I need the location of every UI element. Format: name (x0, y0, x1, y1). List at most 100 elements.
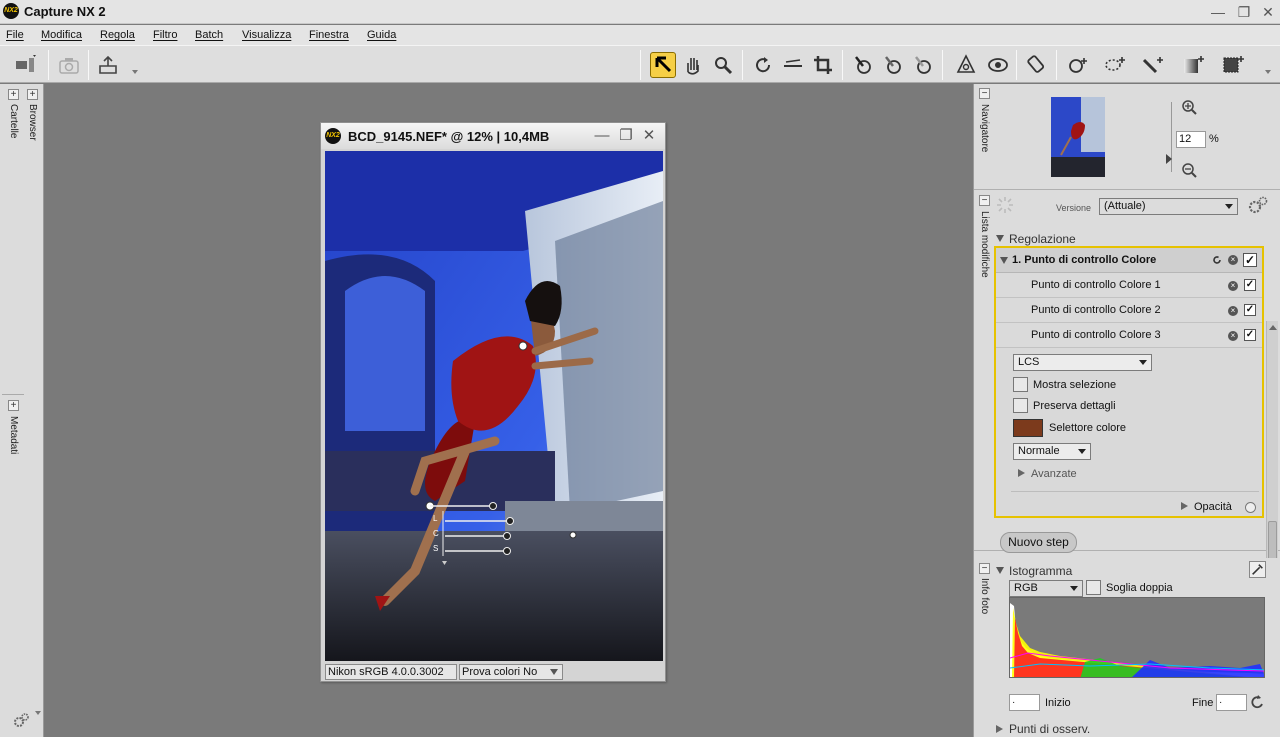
delete-step-icon[interactable]: × (1228, 255, 1238, 265)
image-statusbar: Nikon sRGB 4.0.0.3002 Prova colori No (325, 663, 663, 681)
print-icon[interactable] (95, 52, 121, 78)
start-label: Inizio (1045, 697, 1071, 709)
step-color-control-point: 1. Punto di controllo Colore × ✓ Punto d… (994, 246, 1264, 518)
photo-canvas[interactable]: L C S (325, 151, 663, 661)
tab-info-foto[interactable]: Info foto (979, 578, 990, 614)
histogram-graph[interactable] (1009, 597, 1265, 678)
reset-step-icon[interactable] (1212, 255, 1222, 265)
step-header[interactable]: 1. Punto di controllo Colore × ✓ (996, 248, 1262, 273)
opacity-radio[interactable] (1245, 502, 1256, 513)
menu-batch[interactable]: Batch (195, 29, 223, 41)
red-eye-control-point-icon[interactable] (953, 52, 979, 78)
nx2-logo-icon: NX2 (325, 128, 341, 144)
image-minimize-button[interactable]: — (592, 126, 612, 146)
edit-settings-gear-icon[interactable] (1246, 195, 1270, 217)
step-enable-checkbox[interactable]: ✓ (1243, 253, 1257, 267)
color-picker-swatch[interactable] (1013, 419, 1043, 437)
lasso-selection-icon[interactable] (1102, 52, 1128, 78)
collapse-photoinfo-icon[interactable]: − (979, 563, 990, 574)
soft-proof-dropdown[interactable]: Prova colori No (459, 664, 563, 680)
reset-levels-icon[interactable] (1250, 694, 1266, 710)
double-threshold-checkbox[interactable] (1086, 580, 1101, 595)
tab-lista-modifiche[interactable]: Lista modifiche (979, 211, 990, 278)
sub-item-cp-3[interactable]: Punto di controllo Colore 3 × ✓ (996, 323, 1262, 348)
color-control-point-icon[interactable] (1064, 52, 1090, 78)
neutral-control-point-icon[interactable] (910, 52, 936, 78)
eyedropper-icon[interactable] (1249, 561, 1266, 578)
expand-metadati-icon[interactable]: + (8, 400, 19, 411)
left-panel: + Cartelle + Browser + Metadati (0, 84, 44, 737)
menu-regola[interactable]: Regola (100, 29, 135, 41)
section-istogramma[interactable]: Istogramma (996, 564, 1072, 578)
workspace-icon[interactable] (12, 52, 38, 78)
delete-cp-2-icon[interactable]: × (1228, 306, 1238, 316)
image-close-button[interactable]: ✕ (639, 126, 659, 146)
zoom-unit: % (1209, 133, 1219, 145)
collapse-editlist-icon[interactable]: − (979, 195, 990, 206)
sub-item-cp-1[interactable]: Punto di controllo Colore 1 × ✓ (996, 273, 1262, 298)
image-restore-button[interactable]: ❐ (616, 126, 636, 146)
straighten-tool-icon[interactable] (780, 52, 806, 78)
menu-bar: File Modifica Regola Filtro Batch Visual… (0, 25, 1280, 45)
menu-guida[interactable]: Guida (367, 29, 396, 41)
photo-info-panel: − Info foto Istogramma RGB Soglia doppia (974, 558, 1280, 737)
restore-button[interactable]: ❐ (1233, 2, 1255, 22)
menu-modifica[interactable]: Modifica (41, 29, 82, 41)
start-input[interactable]: · (1009, 694, 1040, 711)
show-selection-checkbox[interactable] (1013, 377, 1028, 392)
cp-label-s: S (433, 544, 439, 553)
cp-3-checkbox[interactable]: ✓ (1244, 329, 1256, 341)
auto-retouch-brush-icon[interactable] (1024, 52, 1050, 78)
blend-mode-dropdown[interactable]: Normale (1013, 443, 1091, 460)
menu-filtro[interactable]: Filtro (153, 29, 177, 41)
tab-metadati[interactable]: Metadati (8, 416, 19, 454)
image-window-titlebar[interactable]: NX2 BCD_9145.NEF* @ 12% | 10,4MB — ❐ ✕ (321, 123, 665, 149)
tab-navigatore[interactable]: Navigatore (979, 104, 990, 152)
new-step-button[interactable]: Nuovo step (1000, 532, 1077, 553)
direct-select-tool-icon[interactable] (650, 52, 676, 78)
fill-remove-icon[interactable] (1220, 52, 1246, 78)
zoom-tool-icon[interactable] (710, 52, 736, 78)
collapse-navigator-icon[interactable]: − (979, 88, 990, 99)
expand-browser-icon[interactable]: + (27, 89, 38, 100)
sub-item-cp-2[interactable]: Punto di controllo Colore 2 × ✓ (996, 298, 1262, 323)
camera-icon[interactable] (56, 52, 82, 78)
hand-tool-icon[interactable] (680, 52, 706, 78)
minimize-button[interactable]: — (1207, 2, 1229, 22)
delete-cp-1-icon[interactable]: × (1228, 281, 1238, 291)
crop-tool-icon[interactable] (810, 52, 836, 78)
section-punti-osserv[interactable]: Punti di osserv. (996, 722, 1090, 736)
preserve-details-checkbox[interactable] (1013, 398, 1028, 413)
selection-brush-icon[interactable] (1140, 52, 1166, 78)
menu-file[interactable]: File (6, 29, 24, 41)
version-dropdown[interactable]: (Attuale) (1099, 198, 1238, 215)
rotate-tool-icon[interactable] (750, 52, 776, 78)
white-control-point-icon[interactable] (880, 52, 906, 78)
close-button[interactable]: ✕ (1257, 2, 1279, 22)
tab-browser[interactable]: Browser (27, 104, 38, 141)
menu-visualizza[interactable]: Visualizza (242, 29, 291, 41)
gradient-selection-icon[interactable] (1180, 52, 1206, 78)
end-input[interactable]: · (1216, 694, 1247, 711)
cp-1-checkbox[interactable]: ✓ (1244, 279, 1256, 291)
zoom-input[interactable]: 12 (1176, 131, 1206, 148)
tab-cartelle[interactable]: Cartelle (8, 104, 19, 138)
menu-finestra[interactable]: Finestra (309, 29, 349, 41)
zoom-out-icon[interactable] (1181, 162, 1197, 178)
navigator-thumbnail[interactable] (1051, 97, 1105, 177)
zoom-slider-handle[interactable] (1166, 154, 1172, 164)
mode-dropdown[interactable]: LCS (1013, 354, 1152, 371)
settings-gear-icon[interactable] (12, 712, 30, 730)
expand-cartelle-icon[interactable]: + (8, 89, 19, 100)
delete-cp-3-icon[interactable]: × (1228, 331, 1238, 341)
right-panel: − Navigatore 12 % − Lista modifiche Vers… (973, 84, 1280, 737)
opacity-toggle[interactable]: Opacità (1181, 501, 1232, 513)
color-picker-label: Selettore colore (1049, 422, 1127, 434)
black-control-point-icon[interactable] (850, 52, 876, 78)
red-eye-tool-icon[interactable] (985, 52, 1011, 78)
advanced-toggle[interactable]: Avanzate (1018, 468, 1077, 480)
channel-dropdown[interactable]: RGB (1009, 580, 1083, 597)
section-regolazione[interactable]: Regolazione (996, 232, 1076, 246)
cp-2-checkbox[interactable]: ✓ (1244, 304, 1256, 316)
zoom-in-icon[interactable] (1181, 99, 1197, 115)
